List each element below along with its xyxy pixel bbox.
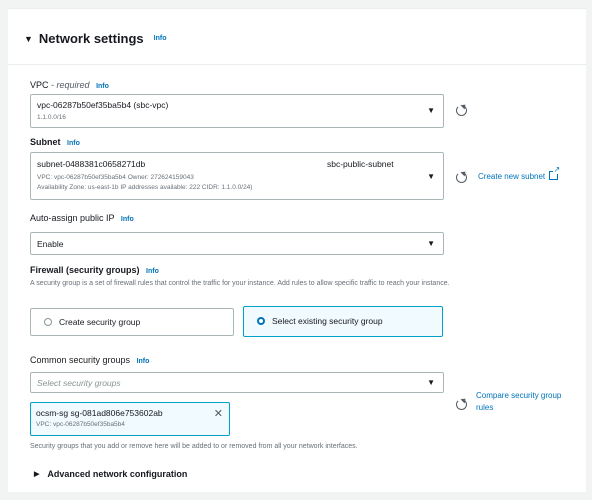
subnet-id: subnet-0488381c0658271db bbox=[37, 159, 146, 169]
external-link-icon bbox=[549, 166, 561, 180]
security-groups-note: Security groups that you add or remove h… bbox=[30, 443, 358, 450]
section-header[interactable]: ▼ Network settings Info bbox=[24, 31, 167, 46]
header-divider bbox=[8, 64, 586, 65]
vpc-select[interactable]: vpc-06287b50ef35ba5b4 (sbc-vpc) 1.1.0.0/… bbox=[30, 94, 444, 128]
public-ip-value: Enable bbox=[37, 239, 64, 249]
subnet-label: Subnet Info bbox=[30, 137, 80, 147]
radio-button[interactable] bbox=[44, 318, 52, 326]
public-ip-label: Auto-assign public IP Info bbox=[30, 213, 134, 223]
create-security-group-label: Create security group bbox=[59, 317, 141, 327]
subnet-label-text: Subnet bbox=[30, 137, 61, 147]
common-sg-label-text: Common security groups bbox=[30, 355, 131, 365]
firewall-label-text: Firewall (security groups) bbox=[30, 265, 140, 275]
select-existing-security-group-option[interactable]: Select existing security group bbox=[243, 306, 443, 337]
vpc-info-link[interactable]: Info bbox=[96, 83, 109, 90]
chevron-down-icon: ▼ bbox=[427, 239, 435, 248]
public-ip-label-text: Auto-assign public IP bbox=[30, 213, 115, 223]
chevron-down-icon: ▼ bbox=[427, 172, 435, 181]
chevron-down-icon: ▼ bbox=[427, 378, 435, 387]
caret-down-icon[interactable]: ▼ bbox=[24, 34, 33, 44]
vpc-required-text: - required bbox=[48, 80, 90, 90]
refresh-icon[interactable] bbox=[456, 399, 467, 410]
section-title: Network settings bbox=[38, 31, 144, 46]
vpc-label: VPC - required Info bbox=[30, 80, 109, 90]
vpc-label-text: VPC bbox=[30, 80, 49, 90]
firewall-info-link[interactable]: Info bbox=[146, 268, 159, 275]
firewall-description: A security group is a set of firewall ru… bbox=[30, 280, 450, 287]
refresh-icon[interactable] bbox=[456, 172, 467, 183]
chevron-down-icon: ▼ bbox=[427, 106, 435, 115]
subnet-name: sbc-public-subnet bbox=[327, 159, 394, 169]
advanced-network-label: Advanced network configuration bbox=[47, 469, 188, 479]
select-existing-security-group-label: Select existing security group bbox=[272, 316, 383, 326]
token-sg-id: ocsm-sg sg-081ad806e753602ab bbox=[36, 408, 163, 418]
public-ip-select[interactable]: Enable ▼ bbox=[30, 232, 444, 255]
subnet-select[interactable]: subnet-0488381c0658271db sbc-public-subn… bbox=[30, 152, 444, 200]
security-groups-placeholder: Select security groups bbox=[37, 378, 121, 388]
firewall-label: Firewall (security groups) Info bbox=[30, 265, 159, 275]
create-subnet-text: Create new subnet bbox=[478, 172, 546, 181]
radio-button-selected[interactable] bbox=[257, 317, 265, 325]
create-subnet-link[interactable]: Create new subnet bbox=[478, 166, 561, 183]
common-sg-label: Common security groups Info bbox=[30, 355, 149, 365]
common-sg-info-link[interactable]: Info bbox=[137, 358, 150, 365]
security-groups-select[interactable]: Select security groups ▼ bbox=[30, 372, 444, 393]
subnet-details-2: Availability Zone: us-east-1b IP address… bbox=[37, 184, 253, 191]
caret-right-icon: ▶ bbox=[34, 471, 40, 478]
advanced-network-toggle[interactable]: ▶ Advanced network configuration bbox=[34, 469, 187, 479]
public-ip-info-link[interactable]: Info bbox=[121, 216, 134, 223]
token-sg-vpc: VPC: vpc-06287b50ef35ba5b4 bbox=[36, 421, 125, 428]
vpc-value: vpc-06287b50ef35ba5b4 (sbc-vpc) bbox=[37, 100, 169, 110]
security-group-token: ocsm-sg sg-081ad806e753602ab VPC: vpc-06… bbox=[30, 402, 230, 436]
section-info-link[interactable]: Info bbox=[154, 35, 167, 42]
close-icon[interactable]: ✕ bbox=[214, 407, 223, 420]
subnet-details-1: VPC: vpc-06287b50ef35ba5b4 Owner: 272624… bbox=[37, 174, 194, 181]
refresh-icon[interactable] bbox=[456, 105, 467, 116]
compare-sg-rules-link[interactable]: Compare security group rules bbox=[476, 390, 572, 414]
vpc-cidr: 1.1.0.0/16 bbox=[37, 114, 66, 121]
create-security-group-option[interactable]: Create security group bbox=[30, 308, 234, 336]
subnet-info-link[interactable]: Info bbox=[67, 140, 80, 147]
